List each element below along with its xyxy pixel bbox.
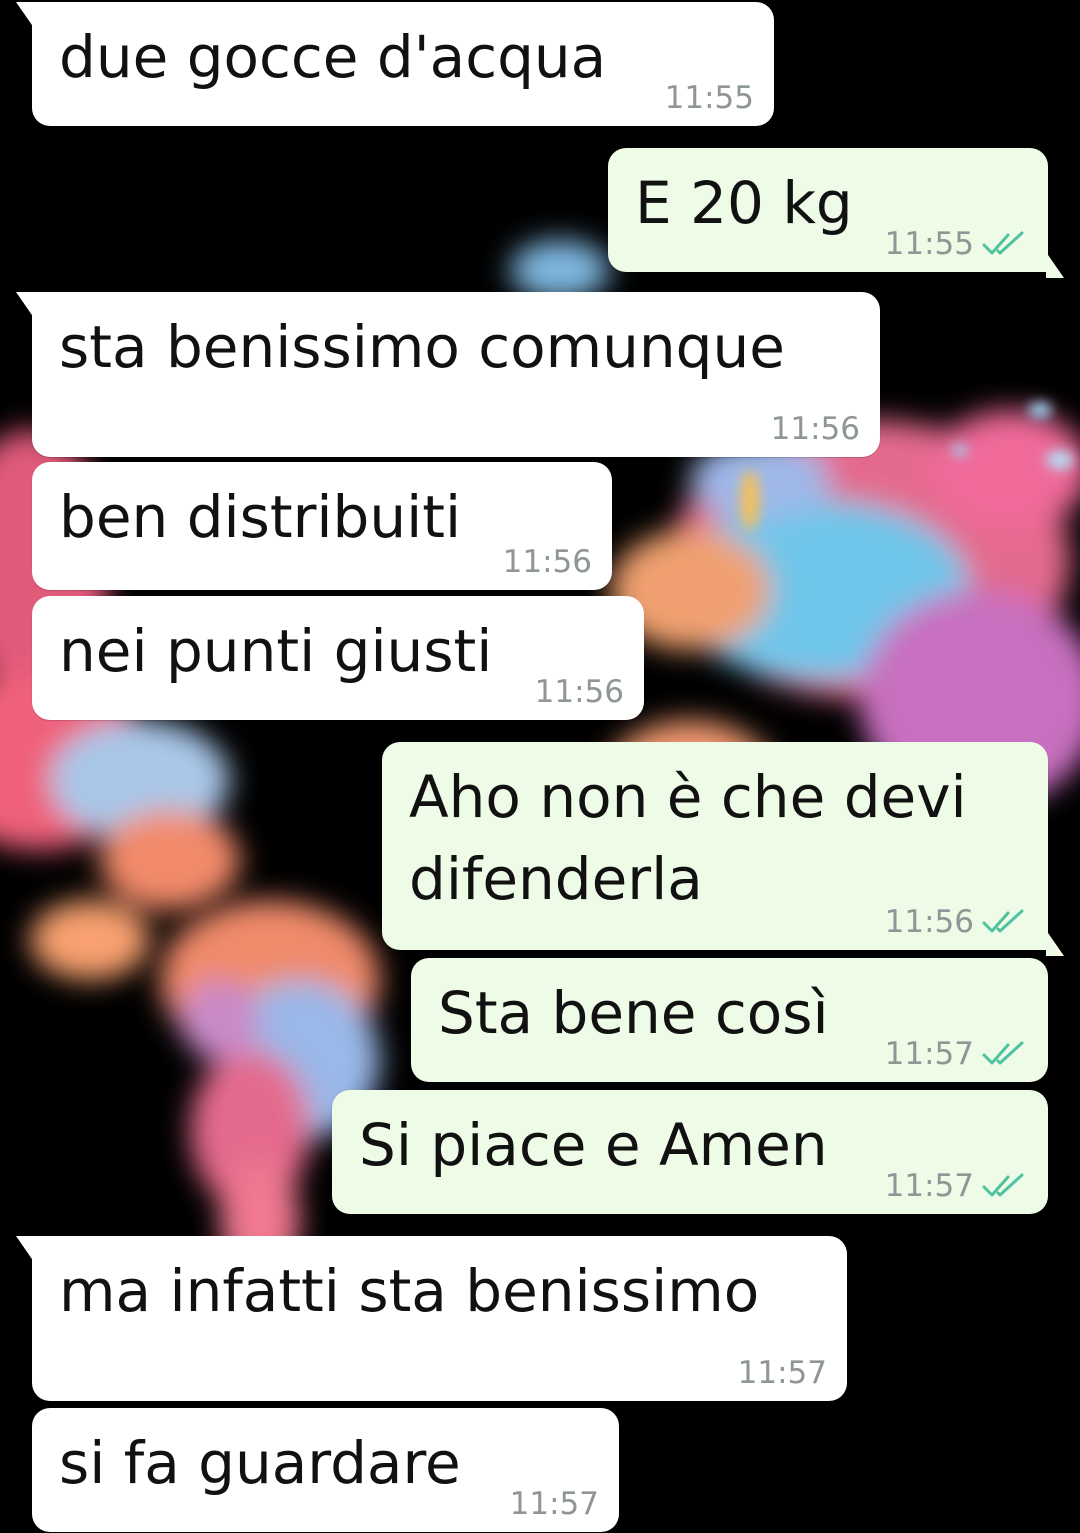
incoming-message-bubble[interactable]: due gocce d'acqua 11:55 bbox=[16, 2, 774, 126]
message-meta: 11:55 bbox=[885, 226, 1028, 262]
message-text: Sta bene così bbox=[438, 979, 829, 1047]
message-text: ben distribuiti bbox=[59, 483, 462, 551]
bubble-tail bbox=[16, 292, 34, 318]
message-meta: 11:57 bbox=[885, 1036, 1028, 1072]
double-check-icon bbox=[982, 1041, 1028, 1067]
outgoing-message-bubble[interactable]: Sta bene così 11:57 bbox=[411, 958, 1048, 1082]
message-meta: 11:56 bbox=[503, 544, 592, 580]
message-time: 11:57 bbox=[884, 1168, 974, 1204]
bubble-tail bbox=[1046, 930, 1064, 956]
message-text: E 20 kg bbox=[635, 169, 853, 237]
message-text: nei punti giusti bbox=[59, 617, 493, 685]
message-meta: 11:56 bbox=[885, 904, 1028, 940]
message-time: 11:57 bbox=[737, 1355, 827, 1391]
message-text: due gocce d'acqua bbox=[59, 23, 607, 91]
message-meta: 11:57 bbox=[738, 1355, 827, 1391]
message-time: 11:55 bbox=[884, 226, 974, 262]
message-meta: 11:56 bbox=[535, 674, 624, 710]
message-text: Aho non è che devi difenderla bbox=[409, 763, 967, 913]
chat-thread[interactable]: due gocce d'acqua 11:55 E 20 kg 11:55 sta be… bbox=[0, 0, 1080, 1533]
incoming-message-bubble[interactable]: si fa guardare 11:57 bbox=[32, 1408, 619, 1532]
message-meta: 11:56 bbox=[771, 411, 860, 447]
bubble-tail bbox=[16, 1236, 34, 1262]
message-meta: 11:57 bbox=[885, 1168, 1028, 1204]
message-meta: 11:55 bbox=[665, 80, 754, 116]
message-text: sta benissimo comunque bbox=[59, 313, 785, 381]
message-text: si fa guardare bbox=[59, 1429, 461, 1497]
message-text: ma infatti sta benissimo bbox=[59, 1257, 760, 1325]
message-meta: 11:57 bbox=[510, 1486, 599, 1522]
incoming-message-bubble[interactable]: ma infatti sta benissimo 11:57 bbox=[16, 1236, 847, 1401]
incoming-message-bubble[interactable]: sta benissimo comunque 11:56 bbox=[16, 292, 880, 457]
message-time: 11:56 bbox=[534, 674, 624, 710]
outgoing-message-bubble[interactable]: Si piace e Amen 11:57 bbox=[332, 1090, 1048, 1214]
double-check-icon bbox=[982, 909, 1028, 935]
message-time: 11:55 bbox=[664, 80, 754, 116]
message-time: 11:56 bbox=[770, 411, 860, 447]
outgoing-message-bubble[interactable]: E 20 kg 11:55 bbox=[608, 148, 1064, 278]
message-time: 11:57 bbox=[884, 1036, 974, 1072]
double-check-icon bbox=[982, 231, 1028, 257]
incoming-message-bubble[interactable]: nei punti giusti 11:56 bbox=[32, 596, 644, 720]
outgoing-message-bubble[interactable]: Aho non è che devi difenderla 11:56 bbox=[382, 742, 1064, 956]
message-time: 11:57 bbox=[509, 1486, 599, 1522]
message-time: 11:56 bbox=[884, 904, 974, 940]
incoming-message-bubble[interactable]: ben distribuiti 11:56 bbox=[32, 462, 612, 590]
message-text: Si piace e Amen bbox=[359, 1111, 828, 1179]
bubble-tail bbox=[1046, 252, 1064, 278]
message-time: 11:56 bbox=[502, 544, 592, 580]
double-check-icon bbox=[982, 1173, 1028, 1199]
bubble-tail bbox=[16, 2, 34, 28]
